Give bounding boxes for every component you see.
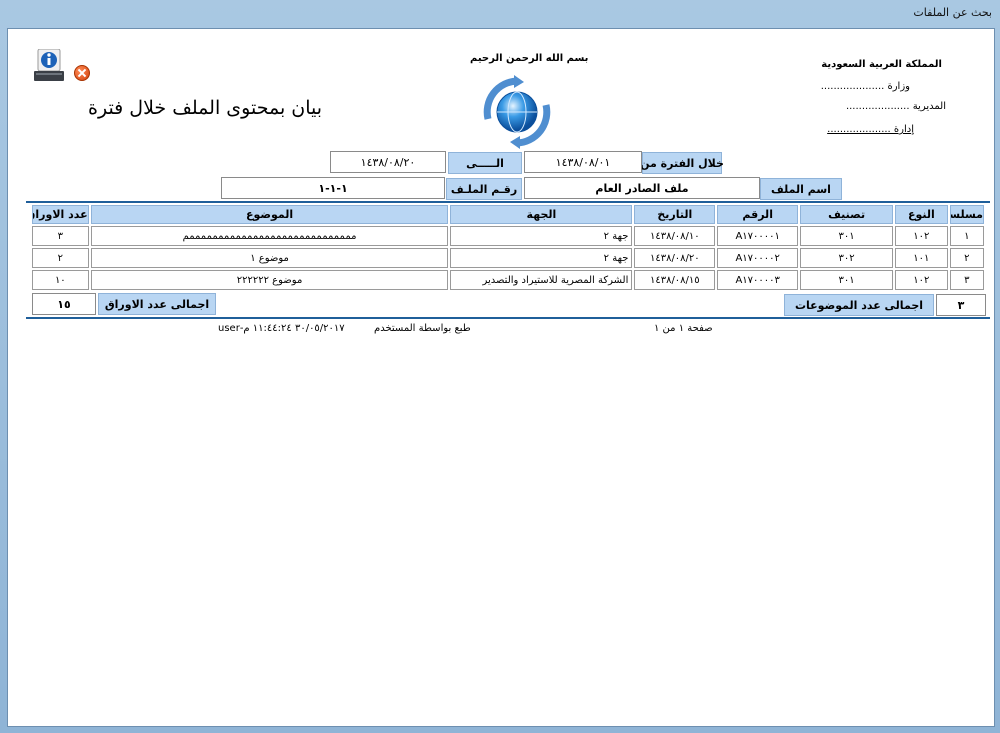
cell-entity: جهة ٢: [450, 226, 633, 246]
directorate-label: المديرية ....................: [845, 101, 946, 112]
file-number-field[interactable]: ١-١-١: [221, 177, 445, 199]
country-label: المملكة العربية السعودية: [821, 59, 942, 70]
col-entity[interactable]: الجهة: [450, 205, 633, 224]
cell-entity: الشركة المصرية للاستيراد والتصدير: [450, 270, 633, 290]
total-pages-label: اجمالى عدد الاوراق: [98, 293, 216, 315]
col-classification[interactable]: تصنيف: [800, 205, 894, 224]
cell-classification: ٣٠١: [800, 226, 894, 246]
period-to-field[interactable]: ١٤٣٨/٠٨/٢٠: [330, 151, 446, 173]
period-from-label: خلال الفترة من: [640, 152, 724, 174]
printed-by-value: ٣٠/٠٥/٢٠١٧ ١١:٤٤:٢٤ م-user: [218, 323, 345, 334]
col-pages[interactable]: عدد الاوراق: [32, 205, 89, 224]
table-row[interactable]: ٢ ١٠١ ٣٠٢ A١٧٠٠٠٠٢ ١٤٣٨/٠٨/٢٠ جهة ٢ موضو…: [32, 248, 984, 268]
divider-bottom: [26, 317, 990, 319]
cell-classification: ٣٠١: [800, 270, 894, 290]
report-title: بيان بمحتوى الملف خلال فترة: [88, 97, 323, 119]
cell-classification: ٣٠٢: [800, 248, 894, 268]
col-serial[interactable]: مسلسل: [949, 205, 984, 224]
cell-pages: ٢: [32, 248, 89, 268]
total-pages-value: ١٥: [32, 293, 96, 315]
globe-refresh-logo: [480, 75, 554, 149]
report-canvas: المملكة العربية السعودية وزارة .........…: [7, 28, 995, 727]
total-subjects-value: ٣: [936, 294, 986, 316]
cell-date: ١٤٣٨/٠٨/١٥: [634, 270, 716, 290]
cell-entity: جهة ٢: [450, 248, 633, 268]
cell-number: A١٧٠٠٠٠١: [717, 226, 799, 246]
page-info: صفحة ١ من ١: [654, 323, 713, 334]
cell-type: ١٠٢: [895, 226, 948, 246]
cell-subject: موضوع ٢٢٢٢٢٢: [90, 270, 449, 290]
cell-subject: موضوع ١: [90, 248, 449, 268]
period-to-label: الـــــى: [448, 152, 522, 174]
cell-pages: ٣: [32, 226, 89, 246]
ministry-label: وزارة ....................: [820, 81, 910, 92]
file-name-label: اسم الملف: [760, 178, 842, 200]
department-label: إدارة ....................: [827, 124, 914, 135]
cell-date: ١٤٣٨/٠٨/١٠: [634, 226, 716, 246]
cell-type: ١٠١: [895, 248, 948, 268]
table-header-row: مسلسل النوع تصنيف الرقم التاريخ الجهة ال…: [32, 205, 984, 224]
cell-number: A١٧٠٠٠٠٢: [717, 248, 799, 268]
file-number-label: رقـم الملـف: [446, 178, 522, 200]
window-title: بحث عن الملفات: [913, 6, 992, 19]
col-subject[interactable]: الموضوع: [90, 205, 449, 224]
col-type[interactable]: النوع: [895, 205, 948, 224]
cell-type: ١٠٢: [895, 270, 948, 290]
table-row[interactable]: ٣ ١٠٢ ٣٠١ A١٧٠٠٠٠٣ ١٤٣٨/٠٨/١٥ الشركة الم…: [32, 270, 984, 290]
cell-serial: ١: [949, 226, 984, 246]
file-name-field[interactable]: ملف الصادر العام: [524, 177, 760, 199]
cell-date: ١٤٣٨/٠٨/٢٠: [634, 248, 716, 268]
info-computer-icon[interactable]: [34, 48, 66, 83]
col-date[interactable]: التاريخ: [634, 205, 716, 224]
basmala: بسم الله الرحمن الرحيم: [470, 53, 589, 64]
app-window: بحث عن الملفات المملكة العربية السعودية …: [0, 0, 1000, 733]
title-bar[interactable]: بحث عن الملفات: [0, 0, 1000, 26]
col-number[interactable]: الرقم: [717, 205, 799, 224]
close-icon[interactable]: [74, 65, 90, 81]
cell-serial: ٣: [949, 270, 984, 290]
printed-by-label: طبع بواسطة المستخدم: [374, 323, 471, 334]
documents-table: مسلسل النوع تصنيف الرقم التاريخ الجهة ال…: [30, 203, 986, 292]
cell-serial: ٢: [949, 248, 984, 268]
cell-subject: مممممممممممممممممممممممممممممم: [90, 226, 449, 246]
cell-number: A١٧٠٠٠٠٣: [717, 270, 799, 290]
cell-pages: ١٠: [32, 270, 89, 290]
period-from-field[interactable]: ١٤٣٨/٠٨/٠١: [524, 151, 642, 173]
table-row[interactable]: ١ ١٠٢ ٣٠١ A١٧٠٠٠٠١ ١٤٣٨/٠٨/١٠ جهة ٢ مممم…: [32, 226, 984, 246]
total-subjects-label: اجمالى عدد الموضوعات: [784, 294, 934, 316]
